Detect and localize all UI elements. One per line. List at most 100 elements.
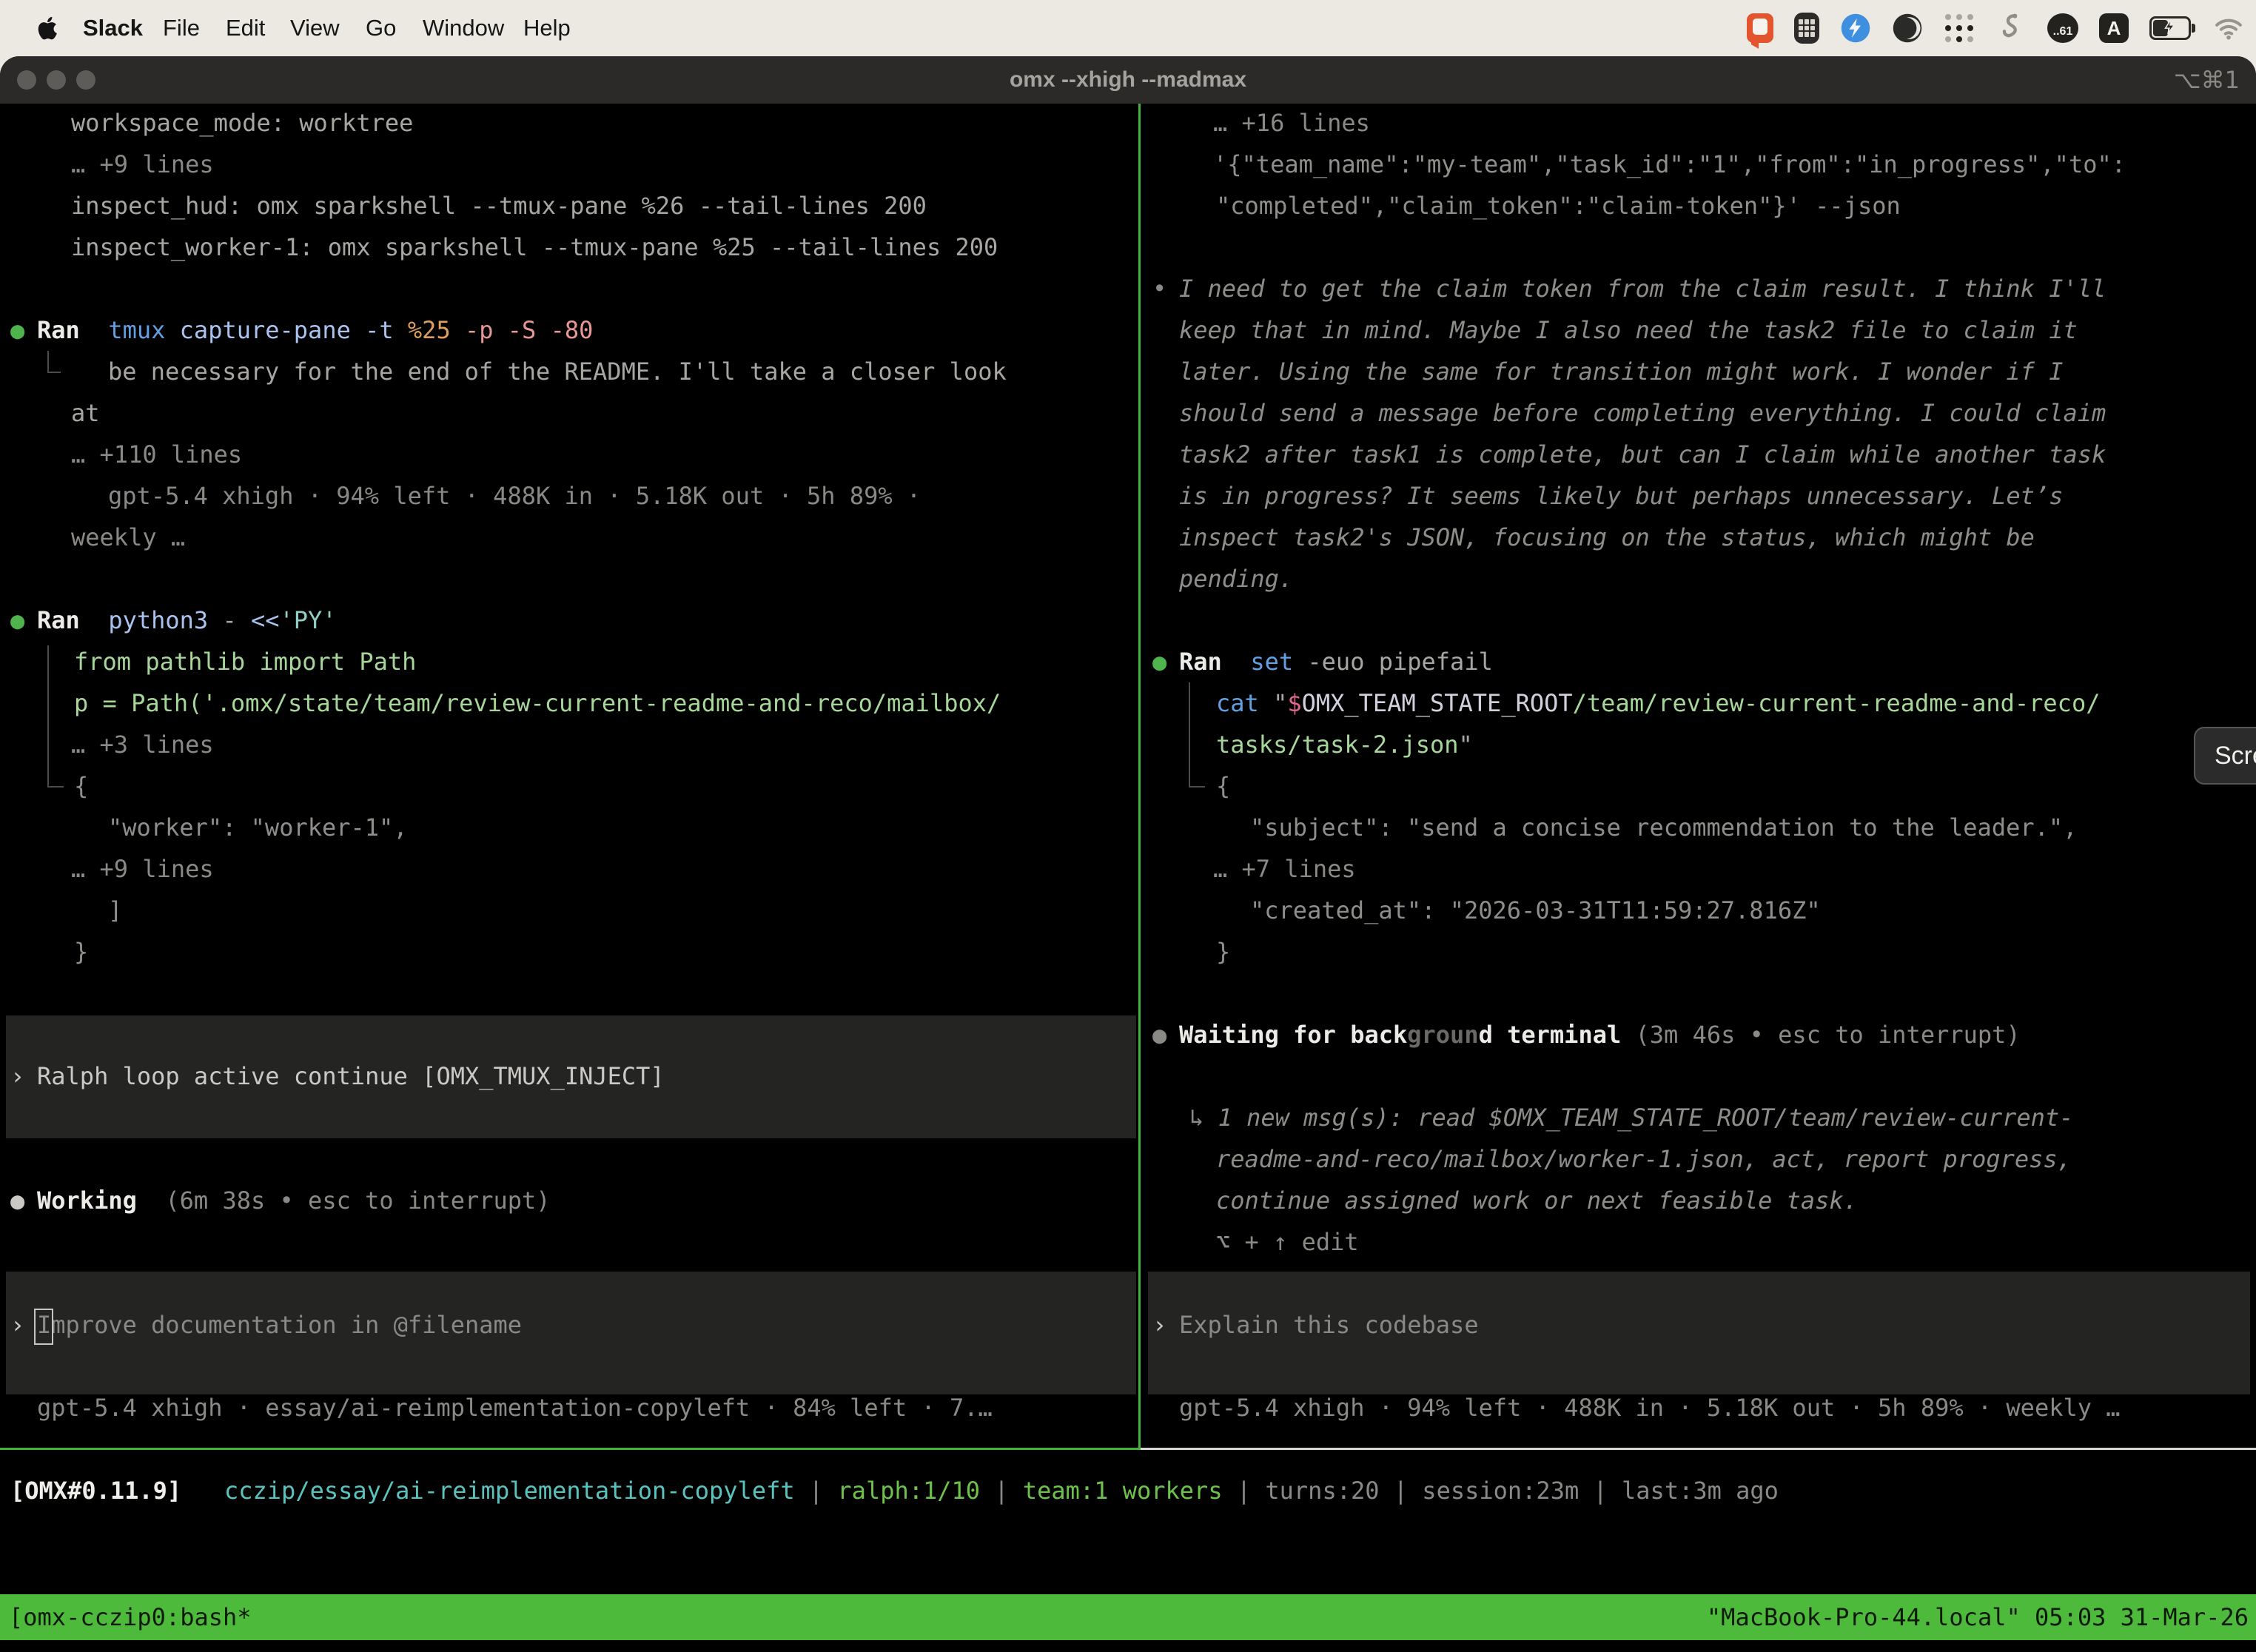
menu-item-view[interactable]: View: [290, 0, 340, 56]
terminal-text: •: [1152, 268, 1166, 309]
tooltip: Scre: [2194, 727, 2256, 785]
menu-bar: Slack File Edit View Go Window Help ..61…: [0, 0, 2256, 56]
menu-item-file[interactable]: File: [163, 0, 200, 56]
battery-icon[interactable]: [2149, 16, 2191, 40]
terminal-text: … +16 lines: [1213, 102, 1370, 144]
terminal-line: }: [0, 931, 2256, 973]
terminal-line: pending.: [0, 558, 2256, 600]
menu-status-icons: ..61 A: [1747, 0, 2246, 56]
window-title: omx --xhigh --madmax: [0, 56, 2256, 104]
terminal-text: ●: [1152, 1014, 1166, 1055]
terminal-line: tasks/task-2.json": [0, 724, 2256, 765]
menu-item-window[interactable]: Window: [423, 0, 504, 56]
terminal-line: › Ralph loop active continue [OMX_TMUX_IN…: [0, 1055, 2256, 1097]
terminal-text: [OMX#0.11.9] cczip/essay/ai-reimplementa…: [10, 1470, 1779, 1511]
terminal-text: is in progress? It seems likely but perh…: [1179, 475, 2063, 517]
terminal-line: continue assigned work or next feasible …: [0, 1180, 2256, 1221]
window-shortcut-hint: ⌥⌘1: [2174, 56, 2240, 104]
pane-border-bottom-left: [0, 1448, 1141, 1450]
terminal-text: should send a message before completing …: [1179, 392, 2106, 434]
terminal-text: tasks/task-2.json": [1216, 724, 1473, 765]
text-cursor: [34, 1309, 53, 1345]
menu-item-go[interactable]: Go: [366, 0, 396, 56]
terminal-text: {: [1216, 765, 1230, 807]
terminal-line: … +7 lines: [0, 848, 2256, 890]
privacy-shield-icon[interactable]: [1794, 13, 1819, 44]
terminal-text: }: [1216, 931, 1230, 973]
terminal-line: task2 after task1 is complete, but can I…: [0, 434, 2256, 475]
terminal-line: ● Ran python3 - <<'PY': [0, 600, 2256, 641]
terminal-line: should send a message before completing …: [0, 392, 2256, 434]
chat-app-icon-tail: [1751, 37, 1759, 49]
terminal-line: {: [0, 765, 2256, 807]
terminal-line: inspect_worker-1: omx sparkshell --tmux-…: [0, 226, 2256, 268]
terminal-line: ● Waiting for background terminal (3m 46s…: [0, 1014, 2256, 1055]
apple-menu-icon[interactable]: [33, 13, 62, 43]
menu-item-help[interactable]: Help: [523, 0, 571, 56]
terminal-text: keep that in mind. Maybe I also need the…: [1179, 309, 2078, 351]
terminal-text: ›: [1152, 1304, 1166, 1346]
terminal-line: … +16 lines: [0, 102, 2256, 144]
terminal-line: [OMX#0.11.9] cczip/essay/ai-reimplementa…: [0, 1470, 2256, 1511]
terminal-line: readme-and-reco/mailbox/worker-1.json, a…: [0, 1138, 2256, 1180]
input-source-icon[interactable]: A: [2099, 13, 2129, 43]
terminal-text: ●: [1152, 641, 1166, 682]
terminal-line: is in progress? It seems likely but perh…: [0, 475, 2256, 517]
window-title-bar[interactable]: omx --xhigh --madmax ⌥⌘1: [0, 56, 2256, 104]
terminal-line: "subject": "send a concise recommendatio…: [0, 807, 2256, 848]
screen: Slack File Edit View Go Window Help ..61…: [0, 0, 2256, 1652]
tmux-host-time: "MacBook-Pro-44.local" 05:03 31-Mar-26: [1707, 1594, 2249, 1640]
terminal-text: "created_at": "2026-03-31T11:59:27.816Z": [1250, 890, 1821, 931]
chat-app-icon-inner: [1753, 19, 1767, 35]
terminal-text: ›: [10, 1055, 24, 1097]
terminal-line: gpt-5.4 xhigh · 94% left · 488K in · 5.1…: [0, 1387, 2256, 1428]
terminal-text: '{"team_name":"my-team","task_id":"1","f…: [1213, 144, 2126, 185]
terminal-text: Explain this codebase: [1179, 1304, 1479, 1346]
tmux-session-label: [omx-cczip0:bash*: [9, 1594, 252, 1640]
terminal-text: readme-and-reco/mailbox/worker-1.json, a…: [1216, 1138, 2072, 1180]
terminal-line: later. Using the same for transition mig…: [0, 351, 2256, 392]
terminal-line: • I need to get the claim token from the …: [0, 268, 2256, 309]
menu-item-app[interactable]: Slack: [83, 0, 143, 56]
terminal-text: "subject": "send a concise recommendatio…: [1250, 807, 2077, 848]
terminal-text: cat "$OMX_TEAM_STATE_ROOT/team/review-cu…: [1216, 682, 2100, 724]
terminal-line: inspect task2's JSON, focusing on the st…: [0, 517, 2256, 558]
terminal-text: Waiting for background terminal (3m 46s …: [1179, 1014, 2021, 1055]
terminal-text: I need to get the claim token from the c…: [1179, 268, 2106, 309]
terminal-text: Ralph loop active continue [OMX_TMUX_INJ…: [37, 1055, 665, 1097]
terminal-text: ↳ 1 new msg(s): read $OMX_TEAM_STATE_ROO…: [1189, 1097, 2073, 1138]
grid-dots-icon[interactable]: [1944, 12, 1976, 44]
terminal-line: ● Ran set -euo pipefail: [0, 641, 2256, 682]
terminal-text: Ran set -euo pipefail: [1179, 641, 1493, 682]
wifi-icon[interactable]: [2212, 13, 2246, 43]
focus-moon-icon[interactable]: [1892, 13, 1923, 44]
chat-app-icon[interactable]: [1747, 13, 1773, 43]
terminal-text: gpt-5.4 xhigh · 94% left · 488K in · 5.1…: [1179, 1387, 2121, 1428]
terminal-line: cat "$OMX_TEAM_STATE_ROOT/team/review-cu…: [0, 682, 2256, 724]
terminal-line: "completed","claim_token":"claim-token"}…: [0, 185, 2256, 226]
menu-item-edit[interactable]: Edit: [226, 0, 265, 56]
terminal-line: ⌥ + ↑ edit: [0, 1221, 2256, 1263]
terminal-text: later. Using the same for transition mig…: [1179, 351, 2063, 392]
terminal-text: ⌥ + ↑ edit: [1216, 1221, 1359, 1263]
terminal-text: pending.: [1179, 558, 1293, 600]
count-badge-icon[interactable]: ..61: [2047, 13, 2078, 43]
terminal-line: ↳ 1 new msg(s): read $OMX_TEAM_STATE_ROO…: [0, 1097, 2256, 1138]
terminal-text: "completed","claim_token":"claim-token"}…: [1216, 185, 1901, 226]
battery-nub: [2192, 24, 2195, 33]
terminal-text: ●: [10, 600, 24, 641]
terminal-line: '{"team_name":"my-team","task_id":"1","f…: [0, 144, 2256, 185]
terminal-line: keep that in mind. Maybe I also need the…: [0, 309, 2256, 351]
tmux-status-bar: [omx-cczip0:bash* "MacBook-Pro-44.local"…: [0, 1594, 2256, 1640]
sync-pulse-icon[interactable]: [1840, 13, 1871, 44]
pane-border-bottom-right: [1141, 1448, 2256, 1450]
terminal-text: inspect task2's JSON, focusing on the st…: [1179, 517, 2035, 558]
terminal-text: Ran python3 - <<'PY': [37, 600, 337, 641]
terminal-line: "created_at": "2026-03-31T11:59:27.816Z": [0, 890, 2256, 931]
terminal-text: inspect_worker-1: omx sparkshell --tmux-…: [71, 226, 998, 268]
terminal-line: › Explain this codebase: [0, 1304, 2256, 1346]
privacy-shield-grid: [1799, 19, 1815, 37]
terminal-text: continue assigned work or next feasible …: [1216, 1180, 1858, 1221]
squiggle-icon[interactable]: [1997, 12, 2027, 44]
terminal-text: task2 after task1 is complete, but can I…: [1179, 434, 2106, 475]
